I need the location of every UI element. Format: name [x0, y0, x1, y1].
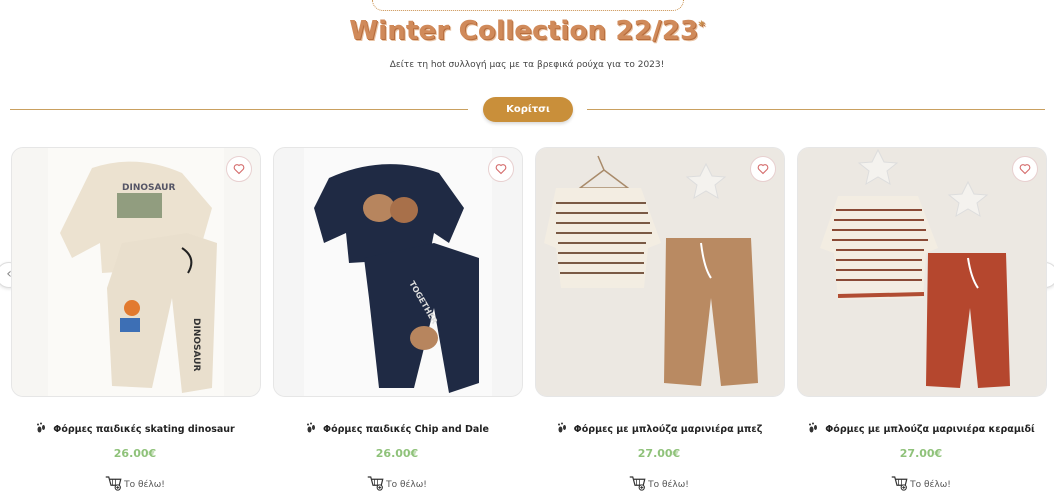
- product-image[interactable]: TOGETHER: [273, 147, 523, 397]
- heart-icon: [495, 164, 507, 175]
- top-decoration: [372, 0, 684, 11]
- add-to-cart-button[interactable]: Το θέλω!: [11, 475, 259, 491]
- page-subtitle: Δείτε τη hot συλλογή μας με τα βρεφικά ρ…: [389, 60, 665, 70]
- page-title: Winter Collection 22/23*: [349, 16, 705, 46]
- product-name[interactable]: Φόρμες με μπλούζα μαρινιέρα κεραμιδί: [797, 422, 1045, 435]
- heart-icon: [1019, 164, 1031, 175]
- product-image[interactable]: DINOSAUR DINOSAUR: [11, 147, 261, 397]
- product-name[interactable]: Φόρμες παιδικές Chip and Dale: [273, 422, 521, 435]
- add-to-cart-button[interactable]: Το θέλω!: [797, 475, 1045, 491]
- product-image[interactable]: [535, 147, 785, 397]
- product-name[interactable]: Φόρμες με μπλούζα μαρινιέρα μπεζ: [535, 422, 783, 435]
- product-card[interactable]: Φόρμες με μπλούζα μαρινιέρα κεραμιδί 27.…: [797, 147, 1047, 491]
- wishlist-button[interactable]: [488, 156, 514, 182]
- cart-add-icon: [105, 476, 122, 491]
- footprint-icon: [307, 422, 316, 433]
- footprint-icon: [809, 422, 818, 433]
- product-price: 27.00€: [899, 447, 943, 460]
- product-card[interactable]: DINOSAUR DINOSAUR Φόρμες παιδικές skatin…: [11, 147, 261, 491]
- product-name[interactable]: Φόρμες παιδικές skating dinosaur: [11, 422, 259, 435]
- svg-text:DINOSAUR: DINOSAUR: [191, 318, 201, 371]
- product-price: 26.00€: [375, 447, 419, 460]
- cart-add-icon: [891, 476, 908, 491]
- product-price: 27.00€: [637, 447, 681, 460]
- heart-icon: [757, 164, 769, 175]
- cart-add-icon: [367, 476, 384, 491]
- add-to-cart-button[interactable]: Το θέλω!: [535, 475, 783, 491]
- footprint-icon: [557, 422, 566, 433]
- svg-text:DINOSAUR: DINOSAUR: [122, 183, 175, 193]
- footprint-icon: [37, 422, 46, 433]
- divider-left: [10, 109, 468, 110]
- add-to-cart-button[interactable]: Το θέλω!: [273, 475, 521, 491]
- product-card[interactable]: TOGETHER Φόρμες παιδικές Chip and Dale 2…: [273, 147, 523, 491]
- category-button-girl[interactable]: Κορίτσι: [483, 97, 573, 122]
- cart-add-icon: [629, 476, 646, 491]
- divider-right: [587, 109, 1045, 110]
- product-image[interactable]: [797, 147, 1047, 397]
- heart-icon: [233, 164, 245, 175]
- wishlist-button[interactable]: [1012, 156, 1038, 182]
- wishlist-button[interactable]: [226, 156, 252, 182]
- wishlist-button[interactable]: [750, 156, 776, 182]
- product-price: 26.00€: [113, 447, 157, 460]
- product-card[interactable]: Φόρμες με μπλούζα μαρινιέρα μπεζ 27.00€ …: [535, 147, 785, 491]
- title-mark: *: [698, 18, 705, 33]
